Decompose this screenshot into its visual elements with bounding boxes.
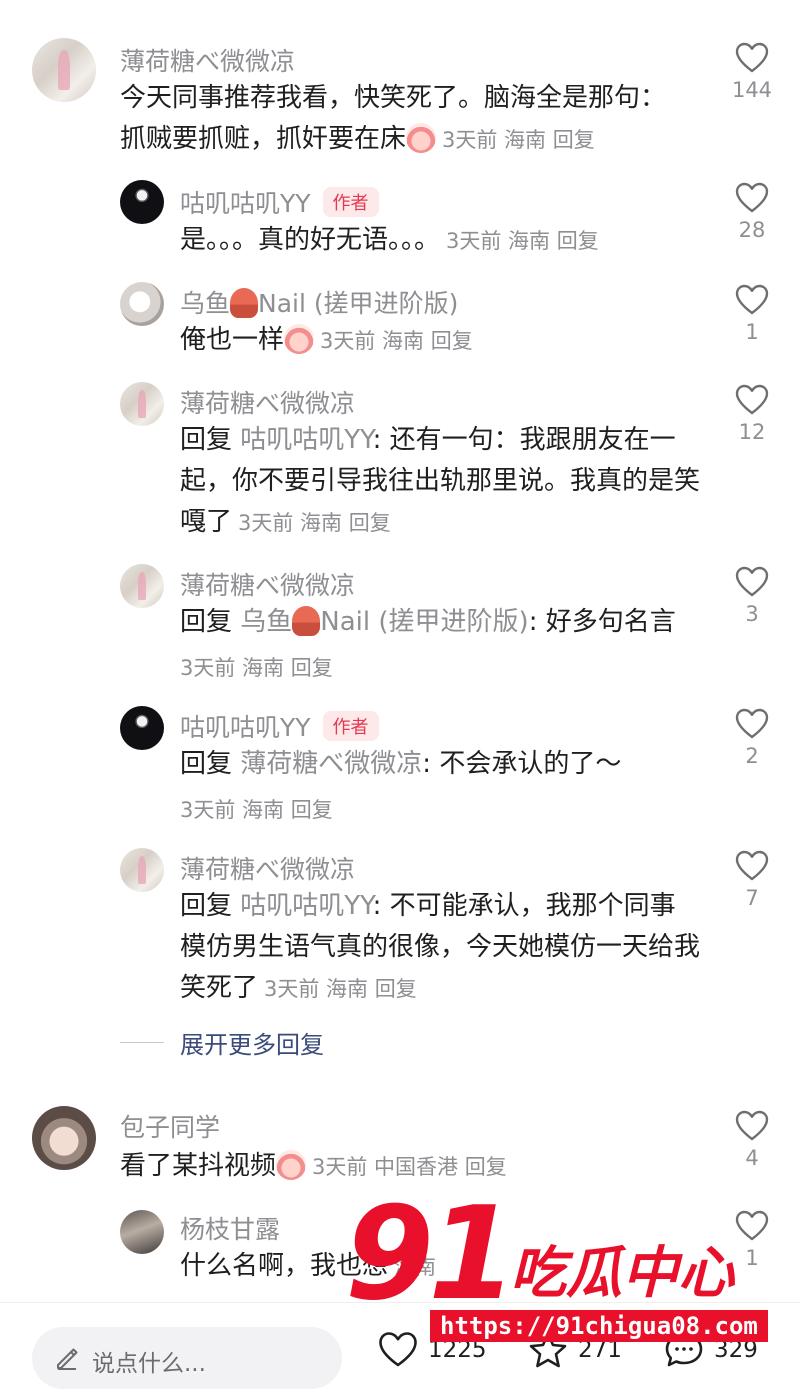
heart-icon — [735, 284, 769, 315]
reply-label: 回复 — [180, 425, 233, 455]
comment-meta[interactable]: 3天前 海南 回复 — [264, 977, 417, 1001]
comment-text: 回复 乌鱼 Nail (搓甲进阶版): 好多句名言 — [180, 606, 676, 637]
heart-icon — [735, 42, 769, 73]
squid-emoji — [230, 288, 259, 318]
comment-author[interactable]: 咕叽咕叽YY 作者 — [180, 184, 379, 220]
comment-meta[interactable]: 3天前 海南 回复 — [442, 128, 595, 152]
comment-input-placeholder: 说点什么... — [92, 1351, 206, 1377]
avatar[interactable] — [120, 848, 164, 892]
expand-replies-button[interactable]: 展开更多回复 — [120, 1025, 324, 1060]
heart-icon — [735, 182, 769, 213]
reply-to-user[interactable]: 乌鱼 Nail (搓甲进阶版) — [240, 606, 529, 637]
reply-to-user[interactable]: 咕叽咕叽YY — [240, 891, 372, 921]
laughing-crying-emoji — [276, 1150, 307, 1180]
heart-icon — [735, 1110, 769, 1141]
comment-text: 回复 咕叽咕叽YY: 还有一句：我跟朋友在一起，你不要引导我往出轨那里说。我真的… — [180, 425, 701, 537]
like-count: 7 — [745, 886, 759, 910]
watermark-number: 91 — [345, 1180, 517, 1329]
like-button[interactable]: 2 — [712, 708, 792, 768]
comment-input[interactable]: 说点什么... — [32, 1327, 342, 1389]
squid-emoji — [292, 606, 321, 636]
laughing-crying-emoji — [406, 123, 437, 153]
like-count: 4 — [745, 1146, 759, 1170]
like-count: 28 — [738, 218, 766, 242]
heart-icon — [735, 566, 769, 597]
like-count: 2 — [745, 744, 759, 768]
comment-meta[interactable]: 3天前 海南 回复 — [238, 511, 391, 535]
comment-text: 今天同事推荐我看，快笑死了。脑海全是那句：抓贼要抓赃，抓奸要在床 3天前 海南 回… — [120, 83, 667, 154]
reply-to-user[interactable]: 薄荷糖べ微微凉 — [240, 749, 422, 779]
like-button[interactable]: 12 — [712, 384, 792, 444]
heart-icon — [735, 384, 769, 415]
laughing-crying-emoji — [284, 324, 315, 354]
like-button[interactable]: 3 — [712, 566, 792, 626]
reply-label: 回复 — [180, 607, 233, 637]
reply-label: 回复 — [180, 749, 233, 779]
comment-meta[interactable]: 3天前 中国香港 回复 — [312, 1155, 507, 1179]
comment-author[interactable]: 包子同学 — [120, 1108, 220, 1144]
comment-author[interactable]: 薄荷糖べ微微凉 — [180, 566, 355, 602]
avatar[interactable] — [120, 382, 164, 426]
avatar[interactable] — [120, 1210, 164, 1254]
like-button[interactable]: 1 — [712, 284, 792, 344]
heart-icon — [735, 708, 769, 739]
comment-text: 回复 薄荷糖べ微微凉: 不会承认的了～ — [180, 749, 622, 779]
author-badge: 作者 — [322, 187, 379, 217]
like-button[interactable]: 4 — [712, 1110, 792, 1170]
watermark-brand: 吃瓜中心 — [510, 1241, 734, 1306]
like-button[interactable]: 28 — [712, 182, 792, 242]
avatar[interactable] — [120, 706, 164, 750]
avatar[interactable] — [120, 180, 164, 224]
avatar[interactable] — [120, 282, 164, 326]
like-button[interactable]: 7 — [712, 850, 792, 910]
comment-text: 回复 咕叽咕叽YY: 不可能承认，我那个同事模仿男生语气真的很像，今天她模仿一天… — [180, 891, 701, 1003]
comment-text: 是。。。真的好无语。。。 3天前 海南 回复 — [180, 225, 599, 255]
comment-meta[interactable]: 3天前 海南 回复 — [180, 794, 333, 824]
comment-meta[interactable]: 3天前 海南 回复 — [320, 329, 473, 353]
comment-author[interactable]: 薄荷糖べ微微凉 — [180, 384, 355, 420]
expand-replies-label: 展开更多回复 — [180, 1031, 324, 1059]
comment-author[interactable]: 薄荷糖べ微微凉 — [120, 42, 295, 78]
reply-label: 回复 — [180, 891, 233, 921]
divider — [120, 1042, 164, 1043]
heart-icon — [735, 850, 769, 881]
author-badge: 作者 — [322, 711, 379, 741]
like-count: 3 — [745, 602, 759, 626]
watermark-url: https://91chigua08.com — [430, 1310, 768, 1342]
comment-author[interactable]: 薄荷糖べ微微凉 — [180, 850, 355, 886]
avatar[interactable] — [120, 564, 164, 608]
comment-text: 俺也一样 3天前 海南 回复 — [180, 324, 473, 355]
comment-author[interactable]: 杨枝甘露 — [180, 1210, 280, 1246]
comment-meta[interactable]: 3天前 海南 回复 — [180, 652, 333, 682]
like-button[interactable]: 144 — [712, 42, 792, 102]
pencil-icon — [57, 1348, 78, 1370]
avatar[interactable] — [32, 38, 96, 102]
comment-meta[interactable]: 3天前 海南 回复 — [446, 229, 599, 253]
reply-to-user[interactable]: 咕叽咕叽YY — [240, 425, 372, 455]
like-count: 1 — [745, 320, 759, 344]
like-count: 144 — [731, 78, 773, 102]
comment-author[interactable]: 咕叽咕叽YY 作者 — [180, 708, 379, 744]
comment-author[interactable]: 乌鱼 Nail (搓甲进阶版) — [180, 284, 458, 320]
like-count: 12 — [738, 420, 766, 444]
watermark-logo: 91 吃瓜中心 https://91chigua08.com — [345, 1190, 785, 1350]
avatar[interactable] — [32, 1106, 96, 1170]
